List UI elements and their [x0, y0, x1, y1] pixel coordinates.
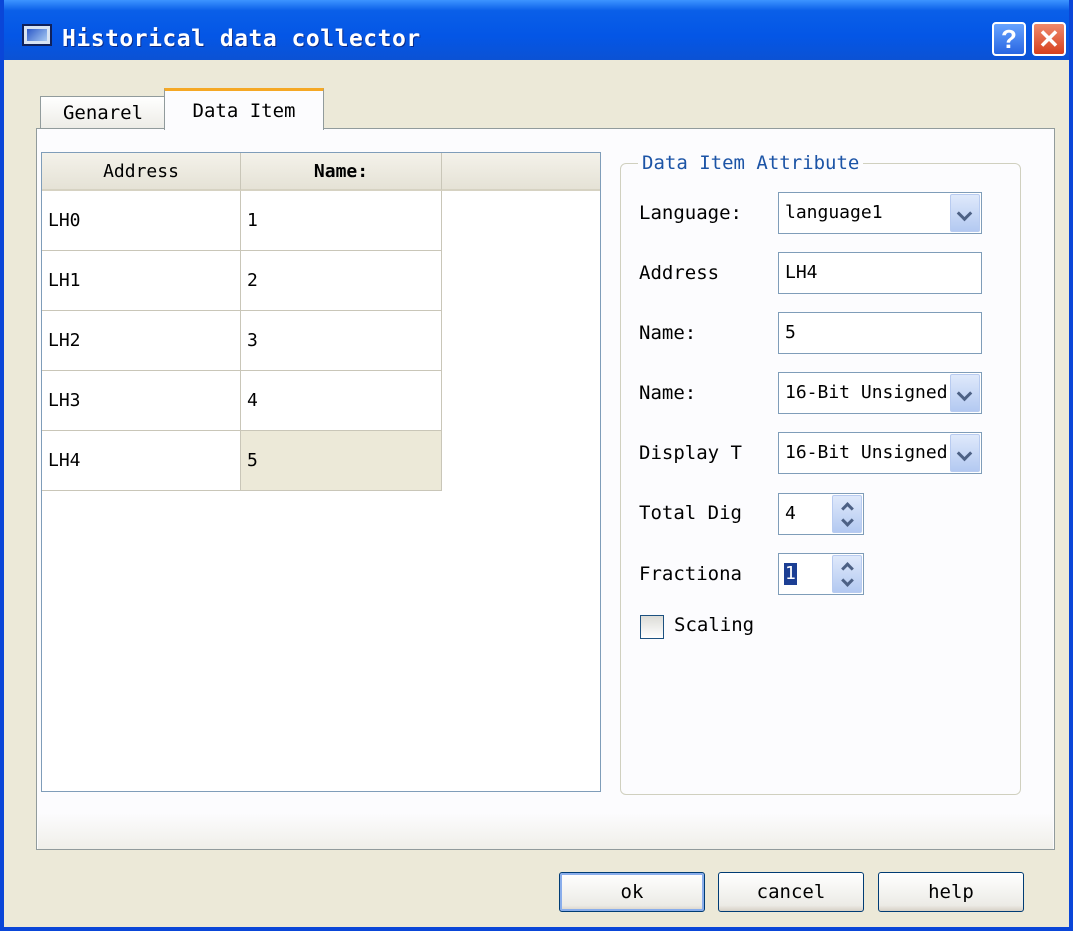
display-type-select-value: 16-Bit Unsigned — [785, 442, 948, 463]
chevron-down-icon[interactable] — [950, 374, 980, 412]
fractional-label: Fractiona — [639, 563, 742, 585]
cell-name[interactable]: 1 — [241, 191, 442, 251]
table-row[interactable]: LH0 1 — [42, 191, 442, 251]
display-type-label: Display T — [639, 442, 742, 464]
data-item-grid[interactable]: Address Name: LH0 1 LH1 2 LH2 3 LH3 4 LH… — [41, 152, 601, 792]
chevron-down-icon[interactable] — [950, 194, 980, 232]
display-type-select[interactable]: 16-Bit Unsigned — [778, 432, 982, 474]
group-title: Data Item Attribute — [638, 152, 864, 174]
cell-name[interactable]: 4 — [241, 371, 442, 431]
data-type-select-value: 16-Bit Unsigned — [785, 382, 948, 403]
cell-address[interactable]: LH1 — [42, 251, 241, 311]
help-title-button[interactable]: ? — [992, 22, 1026, 56]
title-bar[interactable]: Historical data collector ? ✕ — [4, 0, 1069, 60]
column-header-empty — [442, 153, 600, 191]
cell-name[interactable]: 2 — [241, 251, 442, 311]
scaling-checkbox[interactable] — [640, 615, 664, 639]
table-row[interactable]: LH2 3 — [42, 311, 442, 371]
address-label: Address — [639, 262, 720, 284]
table-row[interactable]: LH3 4 — [42, 371, 442, 431]
data-type-label: Name: — [639, 382, 697, 404]
address-field[interactable]: LH4 — [778, 252, 982, 294]
table-row[interactable]: LH1 2 — [42, 251, 442, 311]
language-select-value: language1 — [785, 202, 883, 223]
cell-address[interactable]: LH3 — [42, 371, 241, 431]
data-type-select[interactable]: 16-Bit Unsigned — [778, 372, 982, 414]
chevron-down-icon[interactable] — [950, 434, 980, 472]
cell-address[interactable]: LH0 — [42, 191, 241, 251]
app-icon — [22, 24, 52, 46]
window-title: Historical data collector — [62, 26, 421, 52]
column-header-address[interactable]: Address — [42, 153, 241, 191]
total-digits-stepper[interactable]: 4 — [778, 493, 864, 535]
name-label: Name: — [639, 322, 697, 344]
tab-general[interactable]: Genarel — [40, 96, 166, 130]
fractional-value[interactable]: 1 — [784, 563, 797, 585]
close-button[interactable]: ✕ — [1032, 22, 1066, 56]
language-select[interactable]: language1 — [778, 192, 982, 234]
spin-arrows-icon[interactable] — [832, 495, 862, 533]
total-digits-label: Total Dig — [639, 502, 742, 524]
cancel-button[interactable]: cancel — [718, 872, 864, 912]
cell-address[interactable]: LH2 — [42, 311, 241, 371]
table-row-selected[interactable]: LH4 5 — [42, 431, 442, 491]
cell-address[interactable]: LH4 — [42, 431, 241, 491]
spin-arrows-icon[interactable] — [832, 555, 862, 593]
cell-name[interactable]: 3 — [241, 311, 442, 371]
panel-bottom-shade — [38, 813, 1053, 849]
scaling-label[interactable]: Scaling — [674, 614, 754, 636]
help-button[interactable]: help — [878, 872, 1024, 912]
language-label: Language: — [639, 202, 742, 224]
tab-data-item[interactable]: Data Item — [164, 88, 324, 130]
name-field[interactable]: 5 — [778, 312, 982, 354]
ok-button[interactable]: ok — [559, 872, 705, 912]
column-header-name[interactable]: Name: — [241, 153, 442, 191]
cell-name-selected[interactable]: 5 — [241, 431, 442, 491]
total-digits-value[interactable]: 4 — [785, 494, 796, 534]
fractional-stepper[interactable]: 1 — [778, 553, 864, 595]
